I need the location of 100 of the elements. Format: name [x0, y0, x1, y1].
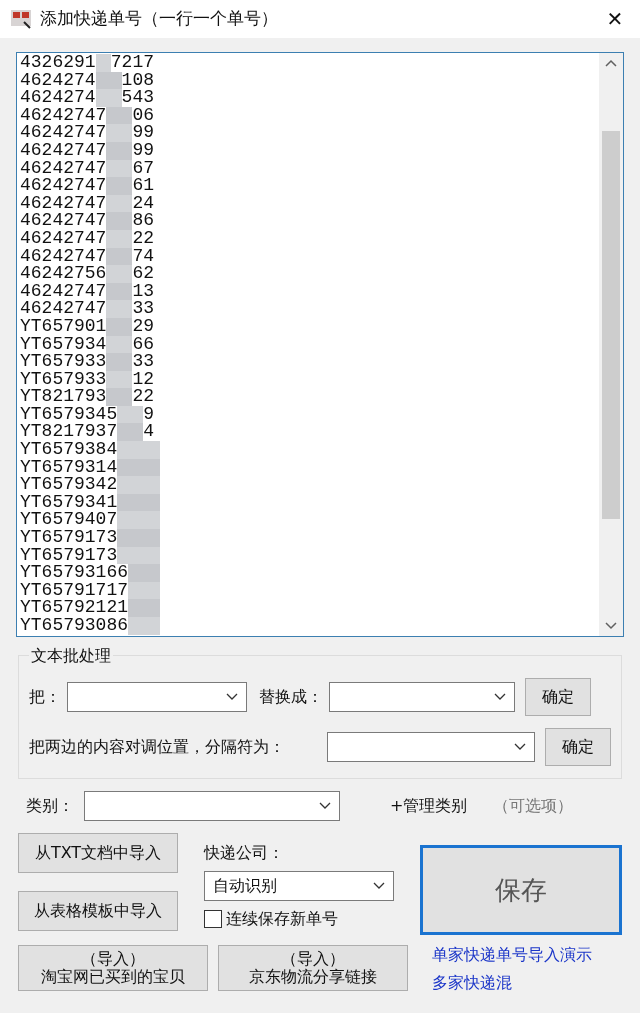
number-start: 46242747	[20, 229, 107, 248]
number-start: YT657933	[20, 370, 107, 389]
number-end: 67	[132, 159, 154, 178]
number-end: 99	[132, 124, 154, 142]
number-end: 06	[132, 106, 154, 125]
window-title: 添加快递单号（一行一个单号）	[40, 7, 278, 31]
number-end: 108	[121, 71, 154, 90]
number-start: YT657934	[20, 335, 107, 354]
chevron-down-icon	[373, 882, 385, 890]
blur-patch	[106, 300, 133, 318]
number-start: YT821793	[20, 388, 107, 406]
blur-patch	[117, 511, 160, 530]
number-start: YT65792121	[20, 599, 129, 617]
number-start: 46242747	[20, 177, 107, 195]
blur-patch	[117, 476, 160, 494]
close-button[interactable]: ✕	[600, 4, 630, 34]
checkbox[interactable]	[204, 910, 222, 928]
number-start: YT6579314	[20, 458, 118, 477]
blur-patch	[117, 529, 160, 547]
demo-link[interactable]: 多家快递混	[432, 971, 592, 995]
number-start: 46242747	[20, 194, 107, 213]
checkbox-label: 连续保存新单号	[226, 908, 338, 930]
chevron-down-icon	[226, 693, 238, 701]
number-end: 62	[132, 265, 154, 283]
number-end: 9	[143, 405, 154, 424]
field-label: 替换成：	[259, 686, 323, 708]
number-start: YT65793086	[20, 617, 129, 635]
number-start: 46242756	[20, 265, 107, 283]
import-button[interactable]: （导入） 淘宝网已买到的宝贝	[18, 945, 208, 991]
number-end: 29	[132, 317, 154, 336]
import-button[interactable]: （导入） 京东物流分享链接	[218, 945, 408, 991]
number-start: 46242747	[20, 141, 107, 160]
field-label: 把两边的内容对调位置，分隔符为：	[29, 736, 286, 758]
number-end: 7217	[110, 54, 154, 72]
import-button[interactable]: 从表格模板中导入	[18, 891, 178, 931]
number-end: 13	[132, 282, 154, 301]
dropdown[interactable]	[67, 682, 247, 712]
number-end: 99	[132, 141, 154, 160]
number-start: 46242747	[20, 300, 107, 318]
number-start: YT6579173	[20, 529, 118, 547]
blur-patch	[106, 124, 133, 142]
number-end: 33	[132, 353, 154, 371]
number-end: 12	[132, 370, 154, 389]
scroll-up-icon	[605, 59, 617, 67]
blur-patch	[106, 388, 133, 406]
blur-patch	[106, 177, 133, 195]
number-end: 66	[132, 335, 154, 354]
scrollbar[interactable]	[599, 53, 623, 636]
blur-patch	[128, 599, 160, 617]
number-start: YT6579342	[20, 476, 118, 494]
number-end: 22	[132, 229, 154, 248]
number-start: 4624274	[20, 89, 96, 107]
confirm-button[interactable]: 确定	[545, 728, 611, 766]
field-label: 把：	[29, 686, 61, 708]
tracking-number-field[interactable]	[16, 52, 624, 637]
blur-patch	[106, 212, 133, 230]
blur-patch	[117, 405, 144, 424]
chevron-down-icon	[494, 693, 506, 701]
number-start: YT65791717	[20, 581, 129, 600]
number-start: 46242747	[20, 282, 107, 301]
number-start: YT657933	[20, 353, 107, 371]
number-start: YT8217937	[20, 423, 118, 442]
number-end: 4	[143, 423, 154, 442]
number-start: YT6579384	[20, 441, 118, 459]
blur-patch	[106, 353, 133, 371]
number-start: 4624274	[20, 71, 96, 90]
blur-patch	[106, 265, 133, 283]
dropdown[interactable]	[84, 791, 340, 821]
number-start: YT6579345	[20, 405, 118, 424]
number-start: YT657901	[20, 317, 107, 336]
number-end: 61	[132, 177, 154, 195]
number-start: YT6579407	[20, 511, 118, 530]
number-end: 22	[132, 388, 154, 406]
number-start: YT6579173	[20, 546, 118, 565]
number-end: 33	[132, 300, 154, 318]
scroll-down-icon	[605, 622, 617, 630]
blur-patch	[95, 89, 122, 107]
number-start: 46242747	[20, 124, 107, 142]
number-end: 24	[132, 194, 154, 213]
manage-category-link[interactable]: +管理类别	[390, 794, 468, 818]
number-start: YT65793166	[20, 564, 129, 582]
chevron-down-icon	[514, 743, 527, 751]
number-start: 46242747	[20, 247, 107, 266]
dropdown[interactable]	[329, 682, 515, 712]
field-label: 快递公司：	[204, 842, 285, 864]
number-start: 46242747	[20, 159, 107, 178]
dropdown[interactable]: 自动识别	[204, 871, 394, 901]
number-start: 4326291	[20, 54, 96, 72]
app-icon	[10, 8, 32, 30]
optional-hint: （可选项）	[493, 795, 574, 817]
number-start: 46242747	[20, 106, 107, 125]
number-start: 46242747	[20, 212, 107, 230]
number-start: YT6579341	[20, 493, 118, 512]
number-end: 86	[132, 212, 154, 230]
save-button[interactable]: 保存	[420, 845, 622, 935]
import-button[interactable]: 从TXT文档中导入	[18, 833, 178, 873]
chevron-down-icon	[319, 802, 331, 810]
dropdown[interactable]	[327, 732, 536, 762]
confirm-button[interactable]: 确定	[525, 678, 591, 716]
demo-link[interactable]: 单家快递单号导入演示	[432, 943, 592, 967]
